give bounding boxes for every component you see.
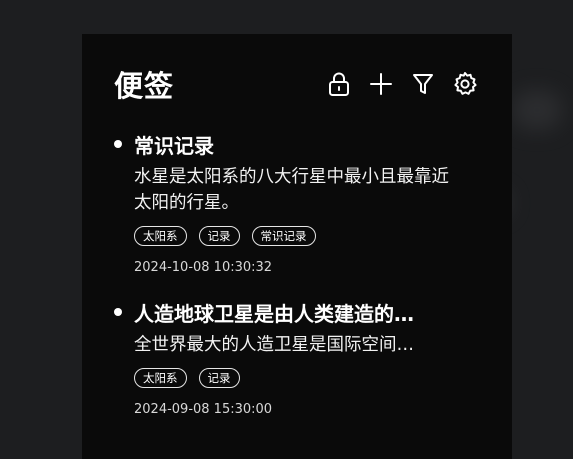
note-item[interactable]: 人造地球卫星是由人类建造的… 全世界最大的人造卫星是国际空间… 太阳系 记录 2… — [114, 298, 472, 417]
plus-icon — [369, 72, 393, 96]
app-title: 便签 — [114, 69, 175, 103]
lock-icon — [327, 71, 351, 97]
note-title: 常识记录 — [134, 133, 214, 158]
filter-icon — [411, 72, 435, 96]
note-body: 水星是太阳系的八大行星中最小且最靠近太阳的行星。 — [134, 167, 449, 213]
panel-header: 便签 — [114, 64, 480, 104]
bullet-icon — [114, 140, 122, 148]
filter-button[interactable] — [408, 69, 438, 99]
note-title-row: 常识记录 — [114, 130, 472, 158]
note-tags: 太阳系 记录 常识记录 — [134, 226, 472, 246]
tag-chip[interactable]: 常识记录 — [251, 226, 316, 246]
bullet-icon — [114, 308, 122, 316]
backdrop-blur — [512, 90, 562, 130]
note-title-row: 人造地球卫星是由人类建造的… — [114, 298, 472, 326]
tag-chip[interactable]: 记录 — [198, 226, 240, 246]
settings-button[interactable] — [450, 69, 480, 99]
lock-button[interactable] — [324, 69, 354, 99]
note-timestamp: 2024-10-08 10:30:32 — [134, 260, 273, 275]
header-actions — [324, 69, 480, 99]
gear-icon — [452, 71, 478, 97]
note-item[interactable]: 常识记录 水星是太阳系的八大行星中最小且最靠近太阳的行星。 太阳系 记录 常识记… — [114, 130, 472, 275]
note-title: 人造地球卫星是由人类建造的… — [134, 301, 414, 326]
note-timestamp: 2024-09-08 15:30:00 — [134, 402, 273, 417]
note-body: 全世界最大的人造卫星是国际空间… — [134, 335, 414, 355]
tag-chip[interactable]: 太阳系 — [134, 226, 187, 246]
desktop-background: 便签 常识记录 水星是太阳系的八大行星中最小且最靠近太阳的行星。 太阳系 记录 … — [0, 0, 573, 459]
notes-panel: 便签 常识记录 水星是太阳系的八大行星中最小且最靠近太阳的行星。 太阳系 记录 … — [82, 34, 512, 459]
add-note-button[interactable] — [366, 69, 396, 99]
tag-chip[interactable]: 太阳系 — [134, 368, 187, 388]
tag-chip[interactable]: 记录 — [198, 368, 240, 388]
note-tags: 太阳系 记录 — [134, 368, 472, 388]
